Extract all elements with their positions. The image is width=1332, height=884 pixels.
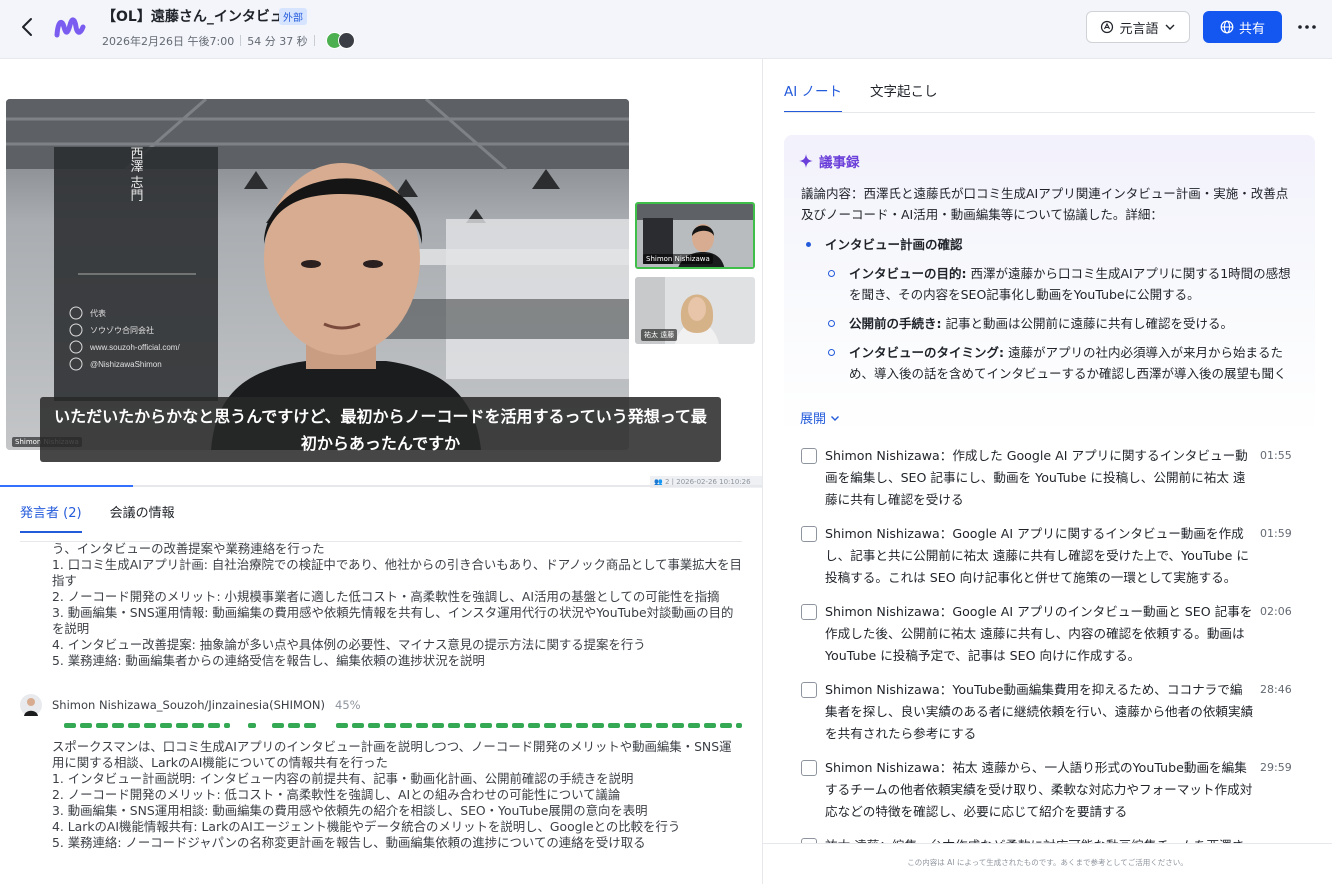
summary-line: 1. インタビュー計画説明: インタビュー内容の前提共有、記事・動画化計画、公開… xyxy=(52,771,634,786)
card-row: @NishizawaShimon xyxy=(90,360,162,369)
todo-timestamp[interactable]: 28:46 xyxy=(1260,679,1292,701)
card-name: 西澤 志門 xyxy=(129,146,144,203)
todo-text: Shimon Nishizawa：YouTube動画編集費用を抑えるため、ココナ… xyxy=(825,682,1254,741)
card-row: ソウゾウ合同会社 xyxy=(90,325,154,335)
summary-line: 5. 業務連絡: 動画編集者からの連絡受信を報告し、編集依頼の進捗状況を説明 xyxy=(52,653,485,668)
todo-item: Shimon Nishizawa：作成した Google AI アプリに関するイ… xyxy=(801,445,1301,511)
playback-progress[interactable] xyxy=(0,485,762,487)
share-label: 共有 xyxy=(1238,21,1265,37)
chevron-down-icon xyxy=(831,415,840,421)
language-button[interactable]: 元言語 xyxy=(1086,11,1190,43)
todo-timestamp[interactable]: 01:55 xyxy=(1260,445,1292,467)
meeting-meta: 2026年2月26日 午後7:00 54 分 37 秒 xyxy=(102,33,321,49)
todo-checkbox[interactable] xyxy=(801,604,817,620)
tab-ai-notes[interactable]: AI ノート xyxy=(784,80,843,113)
live-caption: いただいたからかなと思うんですけど、最初からノーコードを活用するっていう発想って… xyxy=(40,397,721,462)
thumb-name-tag: Shimon Nishizawa xyxy=(643,254,713,264)
participant-thumb[interactable]: Shimon Nishizawa xyxy=(635,202,755,269)
summary-line: 4. インタビュー改善提案: 抽象論が多い点や具体例の必要性、マイナス意見の提示… xyxy=(52,637,646,652)
summary-line: 1. 口コミ生成AIアプリ計画: 自社治療院での検証中であり、他社からの引き合い… xyxy=(52,557,742,588)
participant-thumb[interactable]: 祐太 遠藤 xyxy=(635,277,755,344)
translate-icon xyxy=(1101,20,1114,34)
summary-line: 3. 動画編集・SNS運用情報: 動画編集の費用感や依頼先情報を共有し、インスタ… xyxy=(52,605,734,636)
minutes-intro: 議論内容：西澤氏と遠藤氏が口コミ生成AIアプリ関連インタビュー計画・実施・改善点… xyxy=(801,186,1289,222)
tab-transcript[interactable]: 文字起こし xyxy=(870,80,938,113)
minutes-card: 議事録 議論内容：西澤氏と遠藤氏が口コミ生成AIアプリ関連インタビュー計画・実施… xyxy=(784,135,1315,435)
meeting-title: 【OL】遠藤さん_インタビュー xyxy=(102,9,298,25)
left-tabs: 発言者 (2) 会議の情報 xyxy=(20,502,175,533)
todo-checkbox[interactable] xyxy=(801,526,817,542)
chevron-down-icon xyxy=(1165,24,1174,30)
more-options-icon[interactable] xyxy=(1294,14,1320,40)
expand-label: 展開 xyxy=(800,412,827,427)
minutes-item: インタビューの目的: 西澤が遠藤から口コミ生成AIアプリに関する1時間の感想を聞… xyxy=(801,263,1291,305)
speaker1-summary: う、インタビューの改善提案や業務連絡を行った 1. 口コミ生成AIアプリ計画: … xyxy=(52,541,742,669)
speaker-row[interactable]: Shimon Nishizawa_Souzoh/Jinzainesia(SHIM… xyxy=(20,694,361,716)
todo-item: Shimon Nishizawa：Google AI アプリに関するインタビュー… xyxy=(801,523,1301,589)
meeting-date: 2026年2月26日 午後7:00 xyxy=(102,35,235,48)
todo-timestamp[interactable]: 01:59 xyxy=(1260,523,1292,545)
back-arrow-icon[interactable] xyxy=(14,14,40,40)
card-row: 代表 xyxy=(90,308,106,318)
todo-timestamp[interactable]: 29:59 xyxy=(1260,757,1292,779)
summary-line: 5. 業務連絡: ノーコードジャパンの名称変更計画を報告し、動画編集依頼の進捗に… xyxy=(52,835,646,850)
todo-item: Shimon Nishizawa：Google AI アプリのインタビュー動画と… xyxy=(801,601,1301,667)
minutes-item: インタビューのタイミング: 遠藤がアプリの社内必須導入が来月から始まるため、導入… xyxy=(801,342,1291,386)
summary-line: スポークスマンは、口コミ生成AIアプリのインタビュー計画を説明しつつ、ノーコード… xyxy=(52,739,732,770)
todo-checkbox[interactable] xyxy=(801,760,817,776)
left-panel: 西澤 志門 代表 ソウゾウ合同会社 www.souzoh-official.co… xyxy=(0,59,762,884)
speaking-timeline[interactable] xyxy=(64,723,742,728)
ai-disclaimer: この内容は AI によって生成されたものです。あくまで参考としてご活用ください。 xyxy=(763,843,1332,884)
todo-item: Shimon Nishizawa：祐太 遠藤から、一人語り形式のYouTube動… xyxy=(801,757,1301,823)
divider xyxy=(784,112,1315,113)
summary-line: 4. LarkのAI機能情報共有: LarkのAIエージェント機能やデータ統合の… xyxy=(52,819,681,834)
avatar xyxy=(338,32,355,49)
share-button[interactable]: 共有 xyxy=(1203,11,1282,43)
summary-line: 3. 動画編集・SNS運用相談: 動画編集の費用感や依頼先の紹介を相談し、SEO… xyxy=(52,803,648,818)
todo-text: Shimon Nishizawa：Google AI アプリに関するインタビュー… xyxy=(825,526,1249,585)
tab-meeting-info[interactable]: 会議の情報 xyxy=(110,502,175,533)
minutes-body: 議論内容：西澤氏と遠藤氏が口コミ生成AIアプリ関連インタビュー計画・実施・改善点… xyxy=(801,183,1291,386)
todo-item: Shimon Nishizawa：YouTube動画編集費用を抑えるため、ココナ… xyxy=(801,679,1301,745)
todo-checkbox[interactable] xyxy=(801,448,817,464)
expand-button[interactable]: 展開 xyxy=(800,408,840,427)
thumb-name-tag: 祐太 遠藤 xyxy=(641,329,678,341)
globe-icon xyxy=(1220,20,1234,34)
top-bar: 【OL】遠藤さん_インタビュー 外部 2026年2月26日 午後7:00 54 分… xyxy=(0,0,1332,59)
meeting-duration: 54 分 37 秒 xyxy=(247,35,308,48)
speaker-name: Shimon Nishizawa_Souzoh/Jinzainesia(SHIM… xyxy=(52,698,326,712)
todo-text: Shimon Nishizawa：Google AI アプリのインタビュー動画と… xyxy=(825,604,1253,663)
summary-line: う、インタビューの改善提案や業務連絡を行った xyxy=(52,541,325,556)
app-logo-icon xyxy=(54,13,86,45)
minutes-header: 議事録 xyxy=(799,151,860,171)
todo-timestamp[interactable]: 02:06 xyxy=(1260,601,1292,623)
sparkle-icon xyxy=(799,154,813,168)
minutes-topic: インタビュー計画の確認 xyxy=(801,234,1291,255)
card-row: www.souzoh-official.com/ xyxy=(89,343,180,352)
minutes-item: 公開前の手続き: 記事と動画は公開前に遠藤に共有し確認を受ける。 xyxy=(801,313,1291,334)
avatar xyxy=(20,694,42,716)
language-label: 元言語 xyxy=(1119,21,1159,37)
participant-avatars[interactable] xyxy=(326,32,355,49)
speaker2-summary: スポークスマンは、口コミ生成AIアプリのインタビュー計画を説明しつつ、ノーコード… xyxy=(52,739,742,851)
tab-speakers[interactable]: 発言者 (2) xyxy=(20,502,82,533)
summary-line: 2. ノーコード開発のメリット: 低コスト・高柔軟性を強調し、AIとの組み合わせ… xyxy=(52,787,621,802)
right-tabs: AI ノート 文字起こし xyxy=(784,80,938,113)
todo-checkbox[interactable] xyxy=(801,682,817,698)
right-panel: AI ノート 文字起こし 議事録 議論内容：西澤氏と遠藤氏が口コミ生成AIアプリ… xyxy=(762,59,1332,884)
speaker-percent: 45% xyxy=(335,698,361,712)
external-badge: 外部 xyxy=(279,8,307,25)
todo-text: Shimon Nishizawa：作成した Google AI アプリに関するイ… xyxy=(825,448,1248,507)
minutes-title: 議事録 xyxy=(819,155,860,171)
todo-text: Shimon Nishizawa：祐太 遠藤から、一人語り形式のYouTube動… xyxy=(825,760,1253,819)
summary-line: 2. ノーコード開発のメリット: 小規模事業者に適した低コスト・高柔軟性を強調し… xyxy=(52,589,720,604)
